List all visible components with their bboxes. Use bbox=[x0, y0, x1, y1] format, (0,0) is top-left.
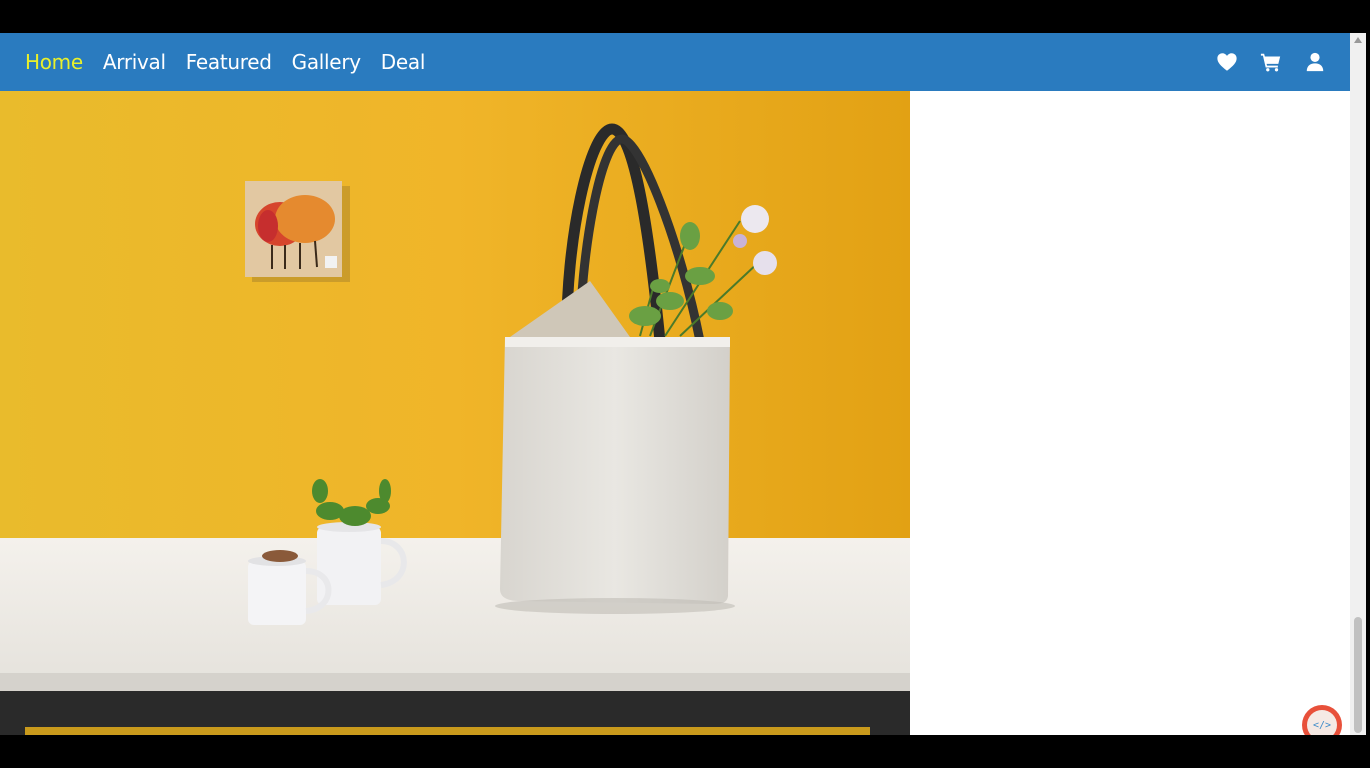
cart-icon[interactable] bbox=[1260, 51, 1282, 73]
screen-top-bar bbox=[0, 0, 1370, 33]
heart-icon[interactable] bbox=[1216, 51, 1238, 73]
nav-icons bbox=[1216, 33, 1326, 91]
browser-viewport: Home Arrival Featured Gallery Deal bbox=[0, 33, 1350, 735]
screen-bottom-bar bbox=[0, 735, 1370, 768]
nav-link-featured[interactable]: Featured bbox=[186, 50, 272, 74]
nav-link-home[interactable]: Home bbox=[25, 50, 83, 74]
nav-link-deal[interactable]: Deal bbox=[381, 50, 426, 74]
user-icon[interactable] bbox=[1304, 51, 1326, 73]
page-scrollbar[interactable] bbox=[1350, 33, 1366, 735]
scrollbar-thumb[interactable] bbox=[1354, 617, 1362, 733]
nav-link-gallery[interactable]: Gallery bbox=[292, 50, 361, 74]
hero-image bbox=[0, 91, 910, 735]
scroll-up-arrow-icon[interactable] bbox=[1354, 37, 1362, 43]
nav-links: Home Arrival Featured Gallery Deal bbox=[25, 33, 425, 91]
nav-link-arrival[interactable]: Arrival bbox=[103, 50, 166, 74]
navbar: Home Arrival Featured Gallery Deal bbox=[0, 33, 1350, 91]
